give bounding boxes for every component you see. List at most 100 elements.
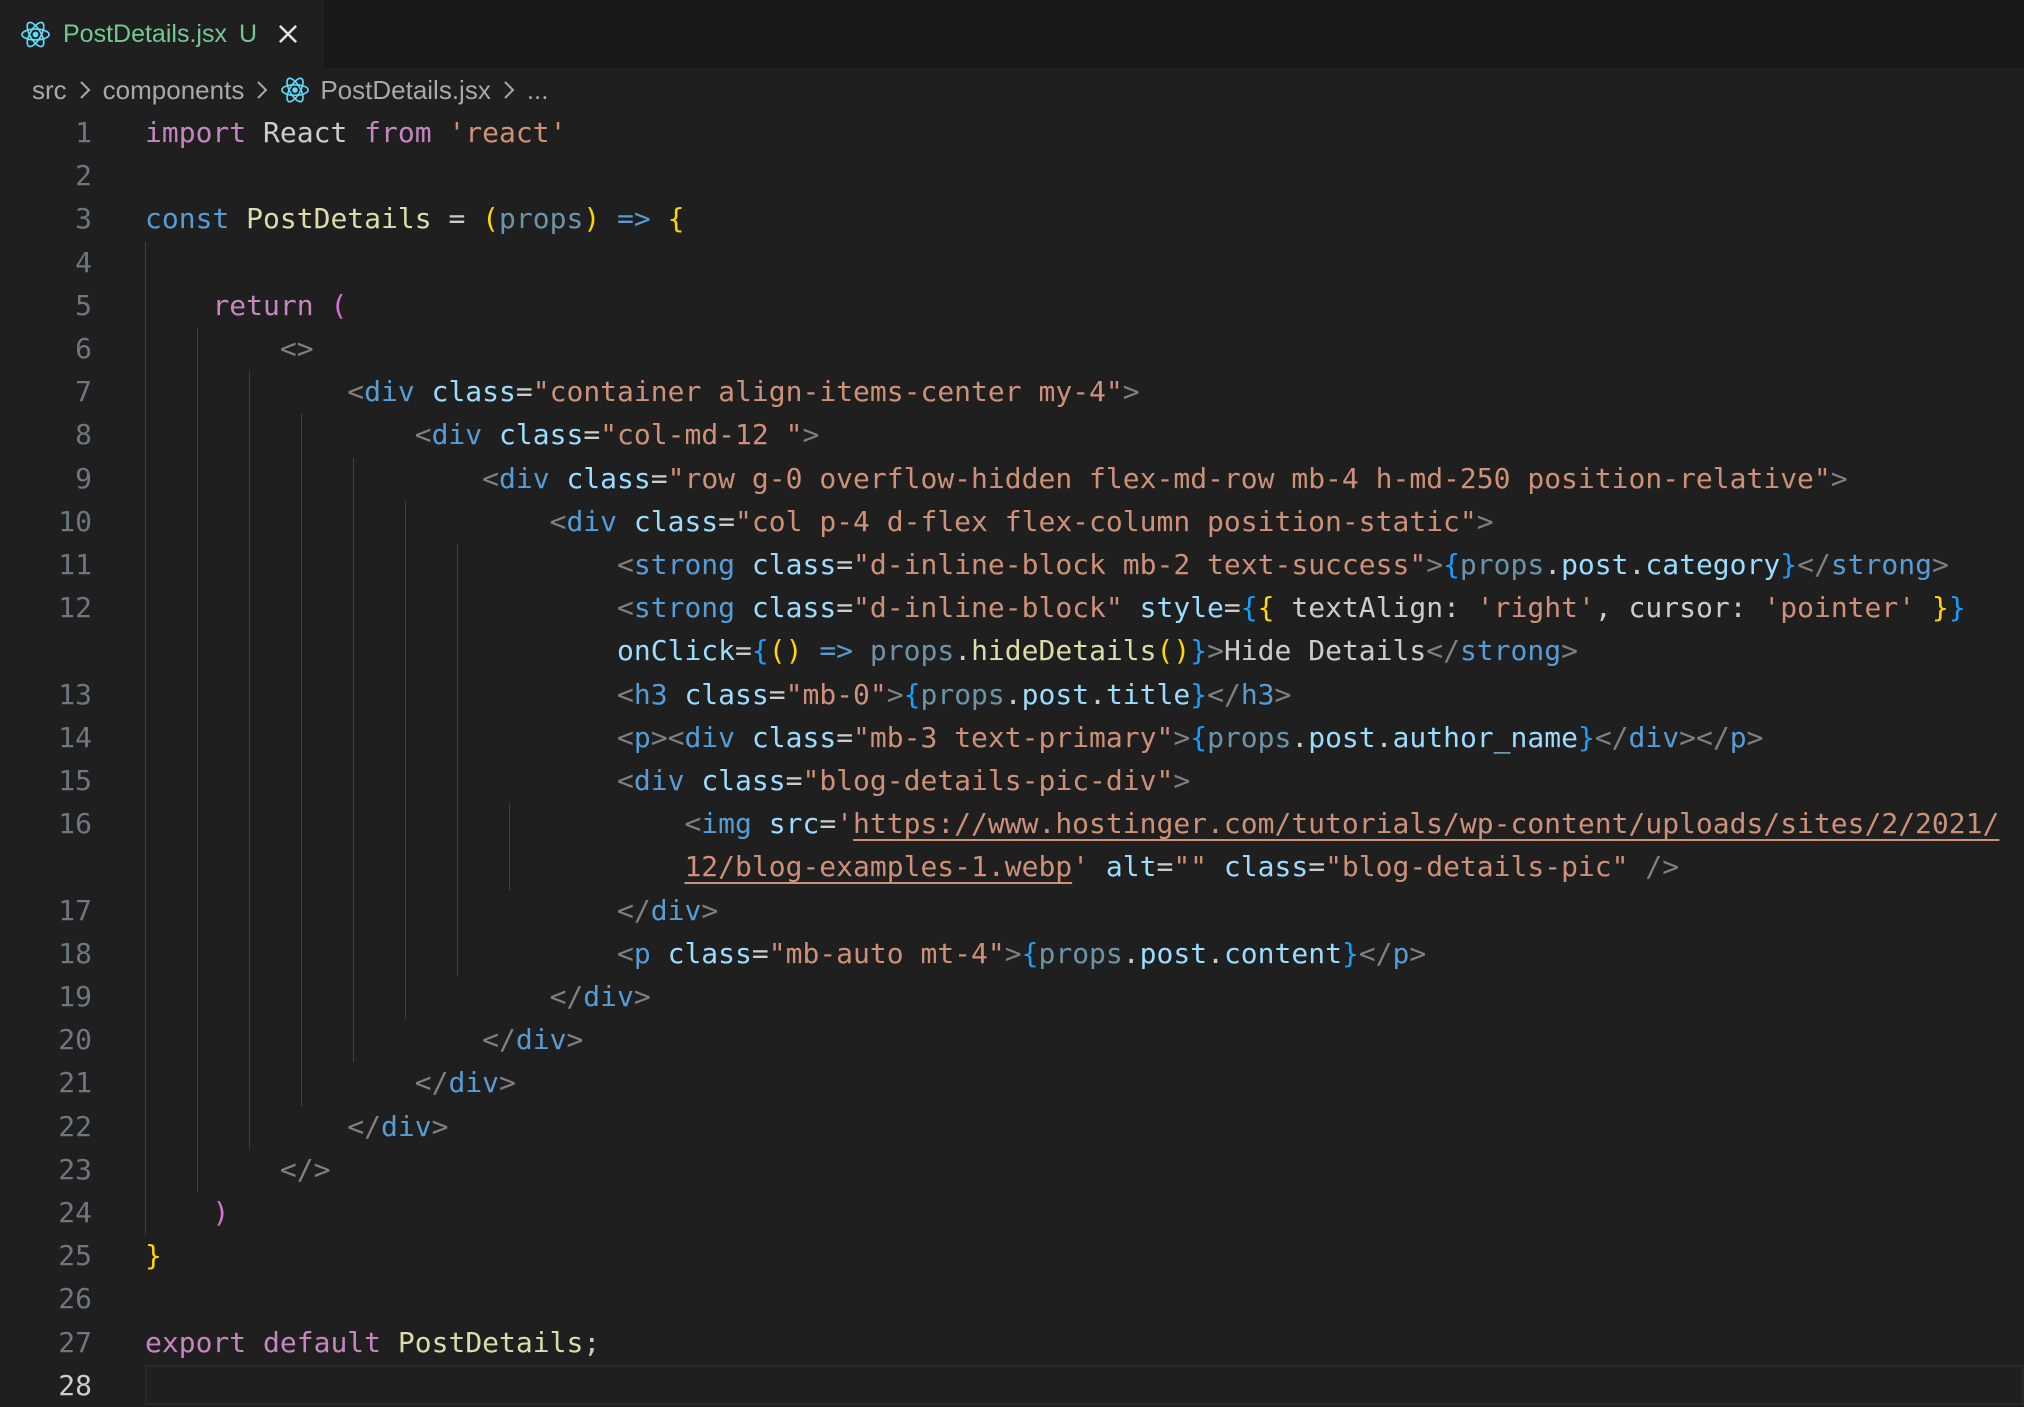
code-editor[interactable]: 1 import React from 'react' 2 3 const PostDe… <box>0 112 2024 1405</box>
code-token: div <box>364 375 415 409</box>
code-line[interactable]: 26 <box>0 1278 2024 1320</box>
code-token: > <box>1207 634 1224 668</box>
code-line[interactable]: 22 </div> <box>0 1106 2024 1148</box>
code-token: < <box>347 375 365 409</box>
code-line[interactable]: 21 </div> <box>0 1062 2024 1104</box>
code-line[interactable]: 18 <p class="mb-auto mt-4">{props.post.c… <box>0 933 2024 975</box>
line-number: 17 <box>58 893 92 927</box>
line-number: 27 <box>58 1325 92 1359</box>
code-token: . <box>1004 677 1022 711</box>
code-line[interactable]: 27 export default PostDetails; <box>0 1322 2024 1364</box>
code-token: props <box>920 677 1005 711</box>
code-token: ( <box>330 288 348 322</box>
code-token: = <box>1156 850 1174 884</box>
code-token: post <box>1021 677 1090 711</box>
code-line[interactable]: 25} <box>0 1235 2024 1277</box>
code-token: ) <box>785 634 803 668</box>
code-token: > <box>802 418 820 452</box>
code-token: ( <box>1156 634 1174 668</box>
code-line[interactable]: 7 <div class="container align-items-cent… <box>0 371 2024 413</box>
code-text: </> <box>145 1149 331 1191</box>
code-token: = <box>583 418 601 452</box>
editor-tab[interactable]: PostDetails.jsx U <box>0 0 324 68</box>
code-line[interactable]: 14 <p><div class="mb-3 text-primary">{pr… <box>0 717 2024 759</box>
code-line[interactable]: 12 <strong class="d-inline-block" style=… <box>0 587 2024 629</box>
line-number: 25 <box>58 1239 92 1273</box>
code-line[interactable]: 24 ) <box>0 1192 2024 1234</box>
breadcrumb-item-components[interactable]: components <box>103 75 245 106</box>
code-token: div <box>566 504 618 538</box>
code-line[interactable]: 19 </div> <box>0 976 2024 1018</box>
code-token: style <box>1139 591 1224 625</box>
breadcrumb-item-symbol[interactable]: ... <box>527 75 549 106</box>
code-token: onClick <box>617 634 736 668</box>
code-token: class <box>431 375 516 409</box>
code-line[interactable]: 16 <img src='https://www.hostinger.com/t… <box>0 803 2024 845</box>
code-line[interactable]: 6 <> <box>0 328 2024 370</box>
code-line[interactable]: 3 const PostDetails = (props) => { <box>0 198 2024 240</box>
code-line[interactable]: 8 <div class="col-md-12 "> <box>0 414 2024 456</box>
code-line[interactable]: 11 <strong class="d-inline-block mb-2 te… <box>0 544 2024 586</box>
code-token: class <box>1223 850 1309 884</box>
code-token: > <box>1122 375 1140 409</box>
code-line[interactable]: onClick={() => props.hideDetails()}>Hide… <box>0 630 2024 672</box>
code-token: } <box>1190 677 1208 711</box>
code-token: div <box>381 1109 432 1143</box>
code-token: < <box>549 504 567 538</box>
code-token: = <box>836 720 854 754</box>
code-token: const <box>145 202 230 236</box>
code-token: "col-md-12 " <box>600 418 803 452</box>
code-line[interactable]: 15 <div class="blog-details-pic-div"> <box>0 760 2024 802</box>
code-token: . <box>1089 677 1106 711</box>
code-token: strong <box>1830 548 1932 581</box>
code-token: </ <box>1358 936 1393 970</box>
code-token: > <box>701 893 719 927</box>
code-token: = <box>650 461 668 495</box>
code-line[interactable]: 2 <box>0 155 2024 197</box>
code-line[interactable]: 13 <h3 class="mb-0">{props.post.title}</… <box>0 674 2024 716</box>
code-line[interactable]: 9 <div class="row g-0 overflow-hidden fl… <box>0 458 2024 500</box>
code-token: post <box>1139 936 1208 970</box>
code-line[interactable]: 4 <box>0 242 2024 284</box>
code-line[interactable]: 10 <div class="col p-4 d-flex flex-colum… <box>0 501 2024 543</box>
code-text: onClick={() => props.hideDetails()}>Hide… <box>145 630 1578 672</box>
code-text: </div> <box>145 976 651 1018</box>
code-text: export default PostDetails; <box>145 1322 600 1364</box>
code-line[interactable]: 20 </div> <box>0 1019 2024 1061</box>
line-number: 18 <box>58 936 92 970</box>
code-token: > <box>1746 720 1764 754</box>
close-icon[interactable] <box>275 21 301 47</box>
code-line[interactable]: 23 </> <box>0 1149 2024 1191</box>
indent-guide <box>145 241 146 1236</box>
code-line[interactable]: 1 import React from 'react' <box>0 112 2024 154</box>
breadcrumb-item-src[interactable]: src <box>32 75 67 106</box>
code-token: strong <box>633 591 736 625</box>
code-token: div <box>1628 720 1680 754</box>
code-token: export <box>145 1325 247 1359</box>
chevron-right-icon <box>79 81 91 99</box>
code-text: </div> <box>145 890 718 932</box>
code-token: strong <box>633 548 736 581</box>
code-token: src <box>768 807 820 841</box>
line-number: 24 <box>58 1196 92 1229</box>
code-line[interactable]: 5 return ( <box>0 285 2024 327</box>
breadcrumb-item-file[interactable]: PostDetails.jsx <box>320 75 491 106</box>
code-line[interactable]: 12/blog-examples-1.webp' alt="" class="b… <box>0 846 2024 888</box>
code-line[interactable]: 17 </div> <box>0 890 2024 932</box>
code-text: <> <box>145 328 314 370</box>
code-text: ) <box>145 1192 229 1234</box>
code-token: } <box>1577 720 1595 754</box>
code-token: { <box>1240 591 1258 625</box>
code-token: </ <box>1426 634 1460 668</box>
line-number: 4 <box>75 245 92 279</box>
